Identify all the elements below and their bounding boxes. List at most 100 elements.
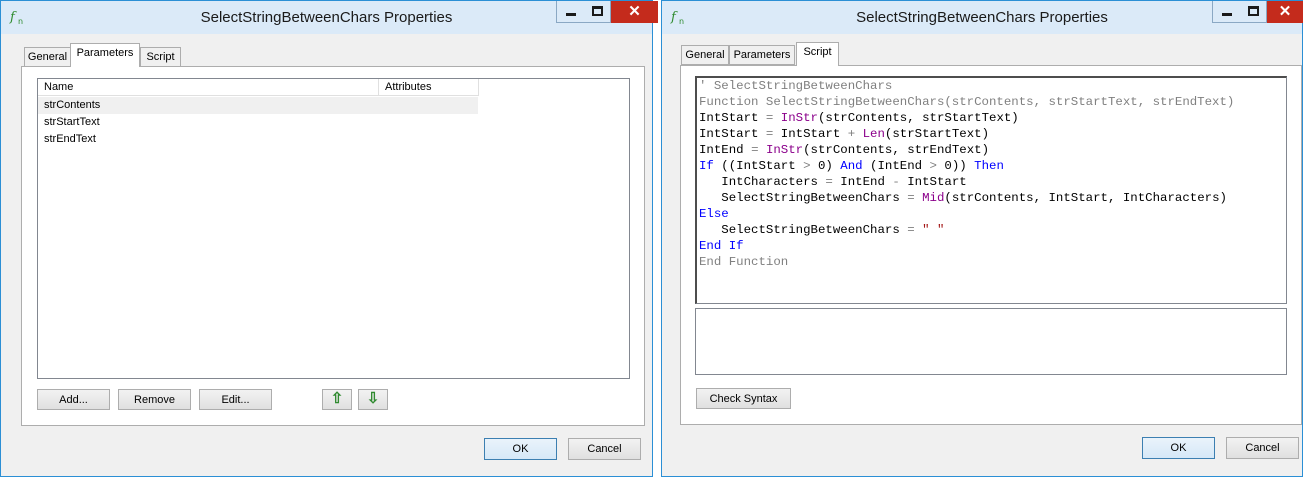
move-up-button[interactable]: ⇧ [322, 389, 352, 410]
list-item[interactable]: strEndText [38, 131, 478, 148]
add-button[interactable]: Add... [37, 389, 110, 410]
code-token: IntStart [899, 175, 967, 189]
arrow-down-icon: ⇩ [366, 390, 380, 407]
code-token: SelectStringBetweenChars [699, 223, 908, 237]
minimize-icon [1222, 13, 1232, 16]
code-token: IntStart [773, 127, 848, 141]
code-line: Function SelectStringBetweenChars(strCon… [697, 94, 1286, 110]
code-token: Function SelectStringBetweenChars(strCon… [699, 95, 1235, 109]
code-token: = [907, 191, 915, 205]
tab-script[interactable]: Script [796, 42, 839, 66]
syntax-output[interactable] [695, 308, 1287, 375]
code-token: InStr [780, 111, 818, 125]
arrow-up-icon: ⇧ [330, 390, 344, 407]
cancel-button[interactable]: Cancel [1226, 437, 1299, 459]
window-title: SelectStringBetweenChars Properties [856, 9, 1108, 26]
maximize-icon [592, 6, 603, 16]
tab-general[interactable]: General [681, 45, 729, 65]
minimize-button[interactable] [1212, 1, 1241, 23]
script-panel: ' SelectStringBetweenChars Function Selec… [680, 65, 1302, 425]
code-token: = [825, 175, 833, 189]
code-token: IntEnd [699, 143, 752, 157]
parameters-panel: Name Attributes strContents strStartText… [21, 66, 645, 426]
code-token: InStr [765, 143, 804, 157]
code-token: (strStartText) [884, 127, 990, 141]
close-icon: ✕ [1278, 3, 1292, 20]
close-button[interactable]: ✕ [611, 1, 658, 23]
title-bar[interactable]: f n SelectStringBetweenChars Properties … [662, 1, 1303, 34]
code-token: (strContents, strEndText) [803, 143, 990, 157]
code-token: IntEnd [832, 175, 893, 189]
code-line: IntStart = IntStart + Len(strStartText) [697, 126, 1286, 142]
minimize-button[interactable] [556, 1, 585, 23]
code-token: Mid [922, 191, 945, 205]
code-token: (IntEnd [862, 159, 930, 173]
maximize-button[interactable] [584, 1, 611, 23]
code-token: IntStart [699, 127, 766, 141]
parameters-dialog: f n SelectStringBetweenChars Properties … [0, 0, 658, 477]
code-token: Else [699, 207, 729, 221]
tab-general[interactable]: General [24, 47, 71, 67]
code-token: Then [974, 159, 1004, 173]
column-header-name[interactable]: Name [38, 79, 379, 96]
code-token: (strContents, IntStart, IntCharacters) [944, 191, 1227, 205]
code-token: 0) [810, 159, 841, 173]
ok-button[interactable]: OK [484, 438, 557, 460]
tab-script[interactable]: Script [140, 47, 181, 67]
code-token: SelectStringBetweenChars [699, 191, 908, 205]
ok-button[interactable]: OK [1142, 437, 1215, 459]
close-button[interactable]: ✕ [1267, 1, 1303, 23]
code-token: End If [699, 239, 744, 253]
code-token: - [892, 175, 900, 189]
code-token: IntCharacters [699, 175, 826, 189]
maximize-button[interactable] [1240, 1, 1267, 23]
code-token: = [751, 143, 759, 157]
script-dialog: f n SelectStringBetweenChars Properties … [661, 0, 1303, 477]
tab-parameters[interactable]: Parameters [70, 43, 140, 67]
code-line: IntEnd = InStr(strContents, strEndText) [697, 142, 1286, 158]
code-token: > [803, 159, 811, 173]
code-line: End If [697, 238, 1286, 254]
code-token: ' SelectStringBetweenChars [699, 79, 893, 93]
code-line: ' SelectStringBetweenChars [697, 78, 1286, 94]
code-line: IntStart = InStr(strContents, strStartTe… [697, 110, 1286, 126]
code-line: If ((IntStart > 0) And (IntEnd > 0)) The… [697, 158, 1286, 174]
parameters-list[interactable]: Name Attributes strContents strStartText… [37, 78, 630, 379]
code-line: IntCharacters = IntEnd - IntStart [697, 174, 1286, 190]
title-bar[interactable]: f n SelectStringBetweenChars Properties … [1, 1, 658, 34]
code-token: (strContents, strStartText) [817, 111, 1019, 125]
list-item[interactable]: strContents [38, 97, 478, 114]
code-token: Len [862, 127, 885, 141]
minimize-icon [566, 13, 576, 16]
code-token: = [907, 223, 915, 237]
dialog-client: General Parameters Script ' SelectString… [662, 34, 1302, 476]
tab-parameters[interactable]: Parameters [729, 45, 795, 65]
code-token: ((IntStart [713, 159, 804, 173]
list-item[interactable]: strStartText [38, 114, 478, 131]
dialog-client: General Parameters Script Name Attribute… [1, 34, 652, 476]
code-line: Else [697, 206, 1286, 222]
code-token: " " [922, 223, 945, 237]
column-header-attributes[interactable]: Attributes [379, 79, 479, 96]
move-down-button[interactable]: ⇩ [358, 389, 388, 410]
code-token: And [840, 159, 863, 173]
code-token: End Function [699, 255, 789, 269]
window-title: SelectStringBetweenChars Properties [200, 9, 453, 26]
script-editor[interactable]: ' SelectStringBetweenChars Function Selec… [695, 76, 1287, 304]
code-line: SelectStringBetweenChars = " " [697, 222, 1286, 238]
cancel-button[interactable]: Cancel [568, 438, 641, 460]
code-token: > [929, 159, 937, 173]
edit-button[interactable]: Edit... [199, 389, 272, 410]
check-syntax-button[interactable]: Check Syntax [696, 388, 791, 409]
remove-button[interactable]: Remove [118, 389, 191, 410]
maximize-icon [1248, 6, 1259, 16]
close-icon: ✕ [628, 3, 641, 20]
code-token: IntStart [699, 111, 766, 125]
code-line: End Function [697, 254, 1286, 270]
code-token: If [699, 159, 714, 173]
